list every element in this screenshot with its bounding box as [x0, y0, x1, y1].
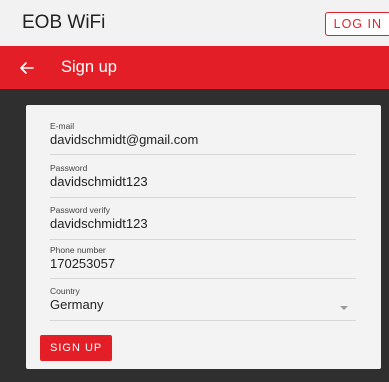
- email-input[interactable]: davidschmidt@gmail.com: [50, 132, 356, 148]
- login-button[interactable]: LOG IN: [324, 12, 389, 36]
- country-select[interactable]: Country Germany: [50, 286, 356, 321]
- password-verify-label: Password verify: [50, 205, 110, 215]
- app-bar: EOB WiFi LOG IN: [0, 0, 389, 46]
- country-value[interactable]: Germany: [50, 297, 356, 313]
- signup-button[interactable]: SIGN UP: [40, 335, 113, 361]
- country-label: Country: [50, 286, 80, 296]
- password-field[interactable]: Password davidschmidt123: [50, 163, 356, 198]
- password-label: Password: [50, 163, 88, 173]
- email-label: E-mail: [50, 121, 75, 131]
- password-verify-input[interactable]: davidschmidt123: [50, 216, 356, 232]
- back-arrow-icon[interactable]: [19, 60, 35, 76]
- phone-input[interactable]: 170253057: [50, 256, 356, 272]
- email-field[interactable]: E-mail davidschmidt@gmail.com: [50, 121, 356, 155]
- page-title: Sign up: [61, 58, 117, 76]
- password-verify-field[interactable]: Password verify davidschmidt123: [50, 205, 356, 240]
- signup-form: E-mail davidschmidt@gmail.com Password d…: [26, 105, 381, 369]
- phone-label: Phone number: [50, 245, 106, 255]
- page-header: Sign up: [0, 46, 389, 89]
- chevron-down-icon[interactable]: [340, 306, 348, 310]
- content-area: E-mail davidschmidt@gmail.com Password d…: [0, 89, 389, 382]
- app-title: EOB WiFi: [22, 12, 106, 33]
- phone-field[interactable]: Phone number 170253057: [50, 245, 356, 279]
- password-input[interactable]: davidschmidt123: [50, 174, 356, 190]
